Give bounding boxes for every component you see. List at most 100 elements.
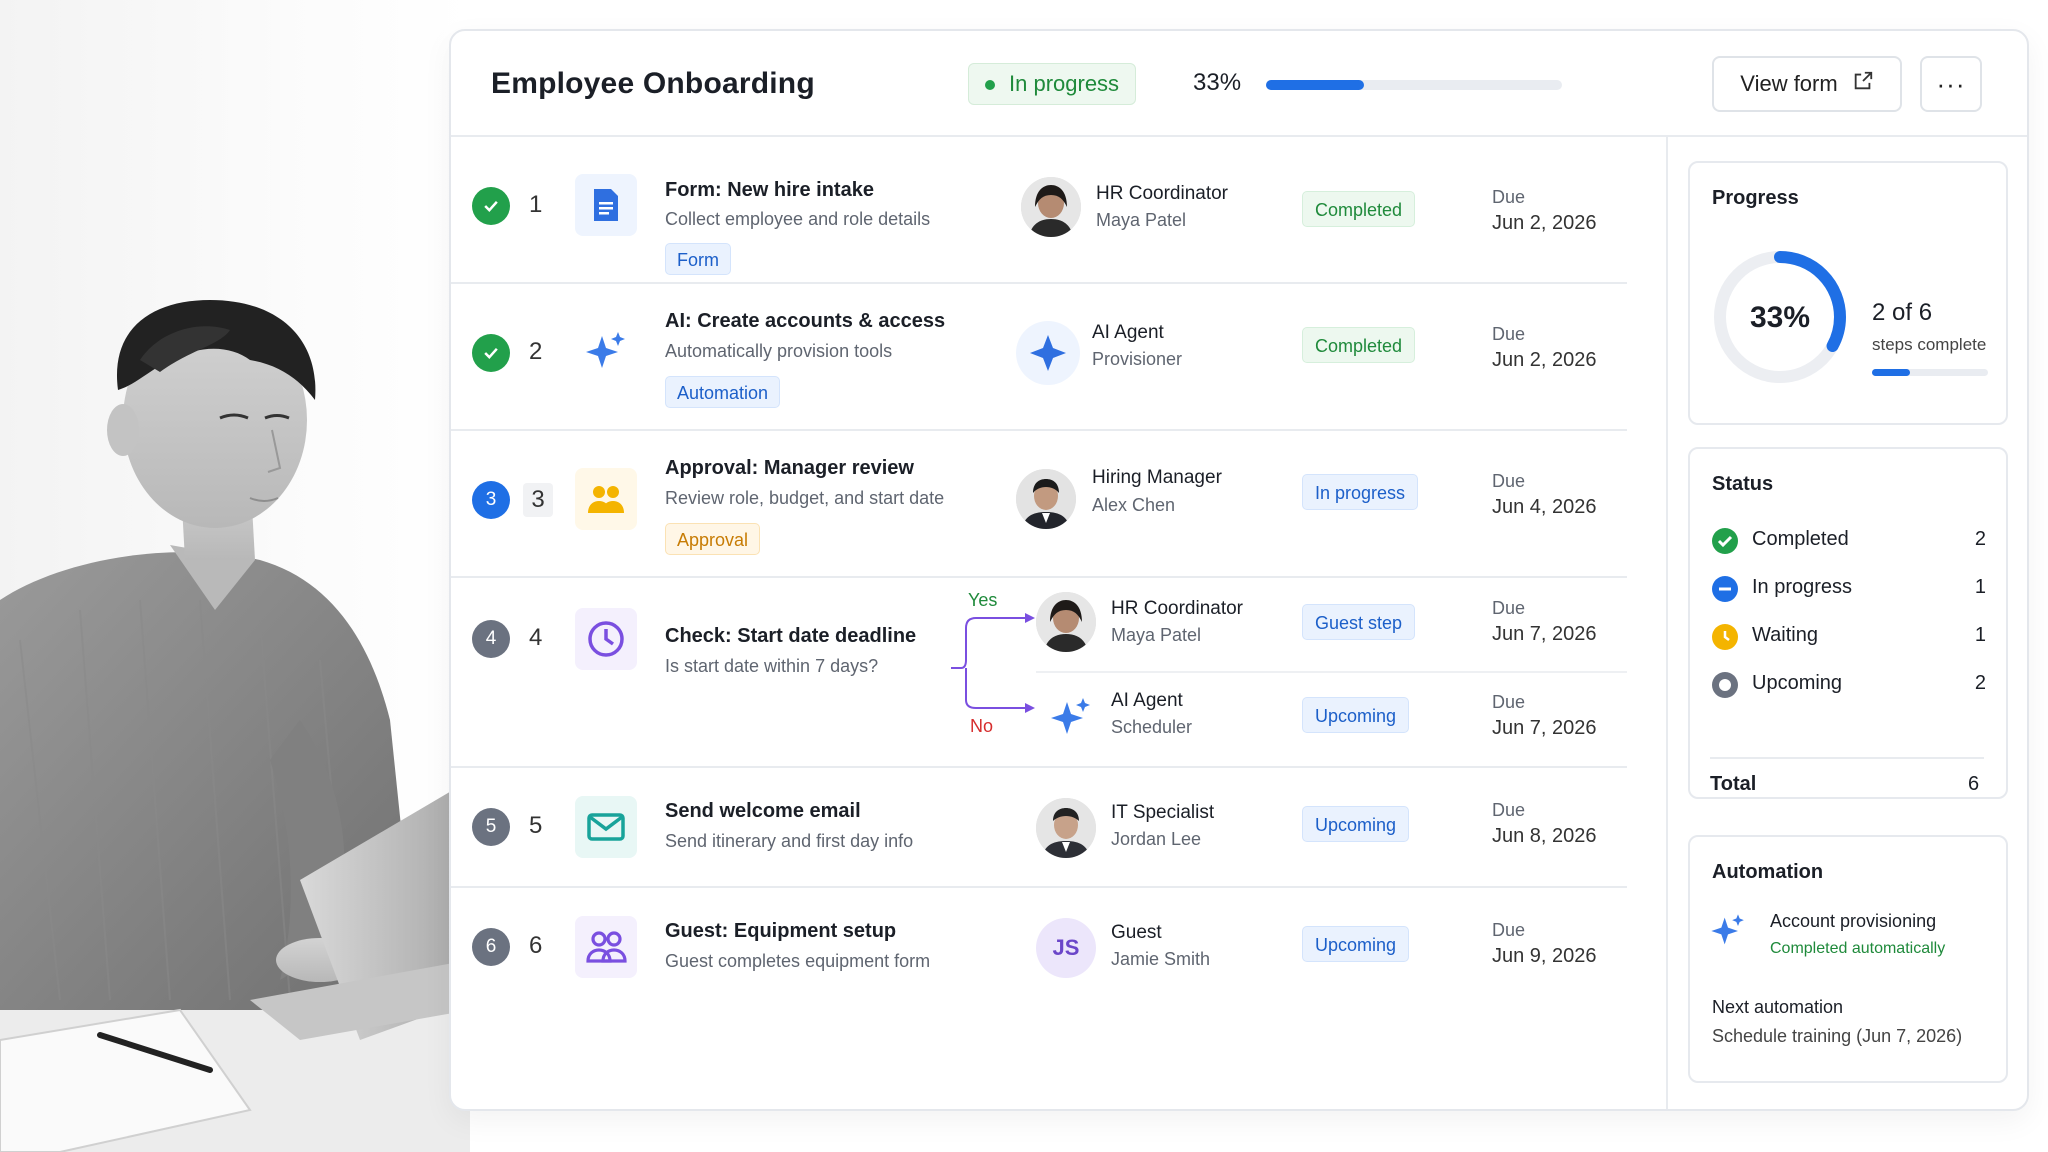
people-icon (575, 468, 637, 530)
step-row-4[interactable]: 4 4 Check: Start date deadline Is start … (451, 578, 1627, 768)
progress-heading: Progress (1712, 187, 1799, 209)
due-date: Jun 2, 2026 (1492, 212, 1597, 234)
step-number: 2 (529, 338, 543, 365)
avatar (1036, 592, 1096, 652)
avatar (1016, 469, 1076, 529)
card-header: Employee Onboarding In progress 33% View… (451, 31, 2027, 137)
minus-circle-icon (1712, 576, 1738, 602)
avatar (1036, 798, 1096, 858)
due-label: Due (1492, 598, 1526, 618)
total-label: Total (1710, 773, 1757, 795)
step-number: 6 (529, 932, 543, 959)
step-description: Guest completes equipment form (665, 951, 931, 971)
branch-connector (951, 613, 1035, 713)
owner-role: HR Coordinator (1096, 183, 1228, 204)
step-number: 5 (529, 812, 543, 839)
automation-item-title: Account provisioning (1770, 911, 1937, 931)
check-circle-icon (472, 334, 510, 372)
more-options-button[interactable]: ··· (1920, 56, 1982, 112)
next-automation-value: Schedule training (Jun 7, 2026) (1712, 1026, 1963, 1046)
owner-role: AI Agent (1092, 322, 1164, 343)
sparkle-icon (1708, 911, 1748, 956)
automation-card: Automation Account provisioning Complete… (1688, 835, 2008, 1083)
step-title: Form: New hire intake (665, 179, 874, 201)
status-count: 2 (1974, 672, 1986, 694)
step-description: Send itinerary and first day info (665, 831, 914, 851)
group-icon (575, 916, 637, 978)
due-label: Due (1492, 920, 1526, 940)
step-indicator: 4 (472, 620, 510, 658)
step-description: Collect employee and role details (665, 209, 931, 229)
owner-role: HR Coordinator (1111, 598, 1243, 619)
view-form-button[interactable]: View form (1712, 56, 1902, 112)
step-title: Approval: Manager review (665, 457, 914, 479)
due-date: Jun 4, 2026 (1492, 496, 1597, 518)
steps-count: 2 of 6 (1872, 299, 1933, 326)
status-label: Upcoming (1752, 672, 1843, 694)
status-row-in-progress: In progress 1 (1712, 573, 1986, 603)
status-dot-icon (985, 80, 995, 90)
status-badge: Upcoming (1302, 697, 1410, 733)
step-tag: Approval (665, 523, 761, 555)
check-circle-icon (472, 187, 510, 225)
status-label: Waiting (1752, 624, 1818, 646)
step-row-6[interactable]: 6 6 Guest: Equipment setup Guest complet… (451, 888, 1627, 1008)
more-icon: ··· (1936, 68, 1966, 99)
step-indicator: 5 (472, 808, 510, 846)
due-date: Jun 7, 2026 (1492, 717, 1597, 739)
due-date: Jun 2, 2026 (1492, 349, 1597, 371)
step-description: Review role, budget, and start date (665, 488, 945, 508)
steps-count-caption: steps complete (1872, 335, 1987, 354)
owner-role: Guest (1111, 922, 1162, 943)
progress-percent: 33% (1193, 69, 1242, 96)
due-label: Due (1492, 471, 1526, 491)
step-title: Check: Start date deadline (665, 625, 917, 647)
sparkle-icon (575, 321, 637, 383)
status-badge: Completed (1302, 191, 1416, 227)
step-row-2[interactable]: 2 AI: Create accounts & access Automatic… (451, 284, 1627, 431)
step-tag: Form (665, 243, 731, 275)
step-row-5[interactable]: 5 5 Send welcome email Send itinerary an… (451, 768, 1627, 888)
step-row-1[interactable]: 1 Form: New hire intake Collect employee… (451, 137, 1627, 284)
sparkle-icon (1041, 688, 1101, 748)
mail-icon (575, 796, 637, 858)
status-label: Completed (1752, 528, 1849, 550)
mini-progress-bar (1872, 369, 1988, 376)
owner-name: Maya Patel (1096, 210, 1187, 230)
owner-name: Maya Patel (1111, 625, 1202, 645)
document-icon (575, 174, 637, 236)
owner-role: IT Specialist (1111, 802, 1215, 823)
owner-name: Provisioner (1092, 349, 1183, 369)
branch-no-label: No (970, 716, 994, 736)
status-divider (1710, 757, 1984, 759)
due-label: Due (1492, 692, 1526, 712)
summary-panel: Progress 33% 2 of 6 steps complete Statu… (1666, 137, 2027, 1109)
external-link-icon (1852, 70, 1874, 98)
progress-bar (1266, 80, 1562, 90)
step-current-indicator: 3 (472, 481, 510, 519)
scene: Employee Onboarding In progress 33% View… (0, 0, 2048, 1152)
due-label: Due (1492, 187, 1526, 207)
step-row-3[interactable]: 3 3 Approval: Manager review Review role… (451, 431, 1627, 578)
due-date: Jun 7, 2026 (1492, 623, 1597, 645)
status-label: In progress (1009, 71, 1120, 96)
step-number: 4 (529, 624, 543, 651)
step-description: Is start date within 7 days? (665, 656, 879, 676)
automation-heading: Automation (1712, 861, 1824, 883)
branch-divider (1036, 671, 1627, 673)
status-badge: Upcoming (1302, 806, 1410, 842)
status-badge: In progress (1302, 474, 1419, 510)
onboarding-card: Employee Onboarding In progress 33% View… (449, 29, 2029, 1111)
automation-item-status: Completed automatically (1770, 940, 1946, 957)
status-row-waiting: Waiting 1 (1712, 621, 1986, 651)
view-form-label: View form (1740, 71, 1838, 96)
owner-name: Alex Chen (1092, 495, 1176, 515)
circle-icon (1712, 672, 1738, 698)
step-description: Automatically provision tools (665, 341, 893, 361)
due-label: Due (1492, 800, 1526, 820)
step-title: Send welcome email (665, 800, 861, 822)
clock-icon (1712, 624, 1738, 650)
status-badge: Upcoming (1302, 926, 1410, 962)
clock-icon (575, 608, 637, 670)
progress-ring-label: 33% (1749, 301, 1811, 334)
